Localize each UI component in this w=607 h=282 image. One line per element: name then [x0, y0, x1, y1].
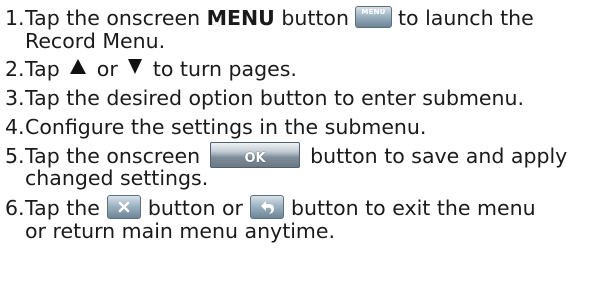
menu-icon-label: MENU — [361, 8, 386, 16]
down-triangle-icon — [127, 56, 143, 81]
menu-button-icon: MENU — [354, 6, 392, 28]
step-text: button to exit the menu — [290, 195, 536, 220]
step-text: to turn pages. — [152, 57, 297, 81]
step-text: or return main menu anytime. — [25, 218, 336, 243]
step-text: Record Menu. — [25, 29, 166, 53]
step-1: 1. Tap the onscreen MENU button MENU to la… — [0, 6, 607, 31]
step-text: button or — [147, 195, 243, 220]
step-text: Tap the — [25, 195, 100, 220]
step-text: Tap — [25, 57, 60, 81]
step-5-continuation: changed settings. — [0, 166, 607, 191]
step-number: 2. — [5, 57, 25, 81]
step-1-continuation: Record Menu. — [0, 29, 607, 54]
back-arrow-icon — [249, 194, 284, 219]
step-4: 4. Configure the settings in the submenu… — [0, 115, 607, 140]
step-text: button to save and apply — [310, 143, 568, 168]
step-3: 3. Tap the desired option button to ente… — [0, 86, 607, 111]
step-number: 3. — [5, 85, 25, 110]
step-text: to launch the — [397, 6, 534, 30]
menu-keyword: MENU — [206, 6, 275, 30]
step-text: Tap the onscreen — [25, 143, 201, 168]
step-number: 1. — [5, 6, 25, 30]
step-6: 6. Tap the button or button to exit the me… — [0, 194, 607, 221]
step-text: changed settings. — [25, 165, 209, 190]
ok-icon-label: OK — [244, 150, 266, 166]
step-number: 6. — [5, 195, 25, 220]
instruction-list: 1. Tap the onscreen MENU button MENU to la… — [0, 0, 607, 243]
ok-button-icon: OK — [210, 141, 301, 168]
step-number: 4. — [5, 114, 25, 139]
up-triangle-icon — [69, 56, 87, 81]
step-text: button — [281, 6, 349, 30]
step-6-continuation: or return main menu anytime. — [0, 219, 607, 244]
step-text: Tap the onscreen — [25, 6, 201, 30]
step-text: Configure the settings in the submenu. — [25, 114, 427, 139]
close-x-icon — [106, 194, 141, 219]
step-text: or — [96, 57, 118, 81]
step-2: 2. Tap or to turn pages. — [0, 57, 607, 83]
step-text: Tap the desired option button to enter s… — [25, 85, 525, 110]
